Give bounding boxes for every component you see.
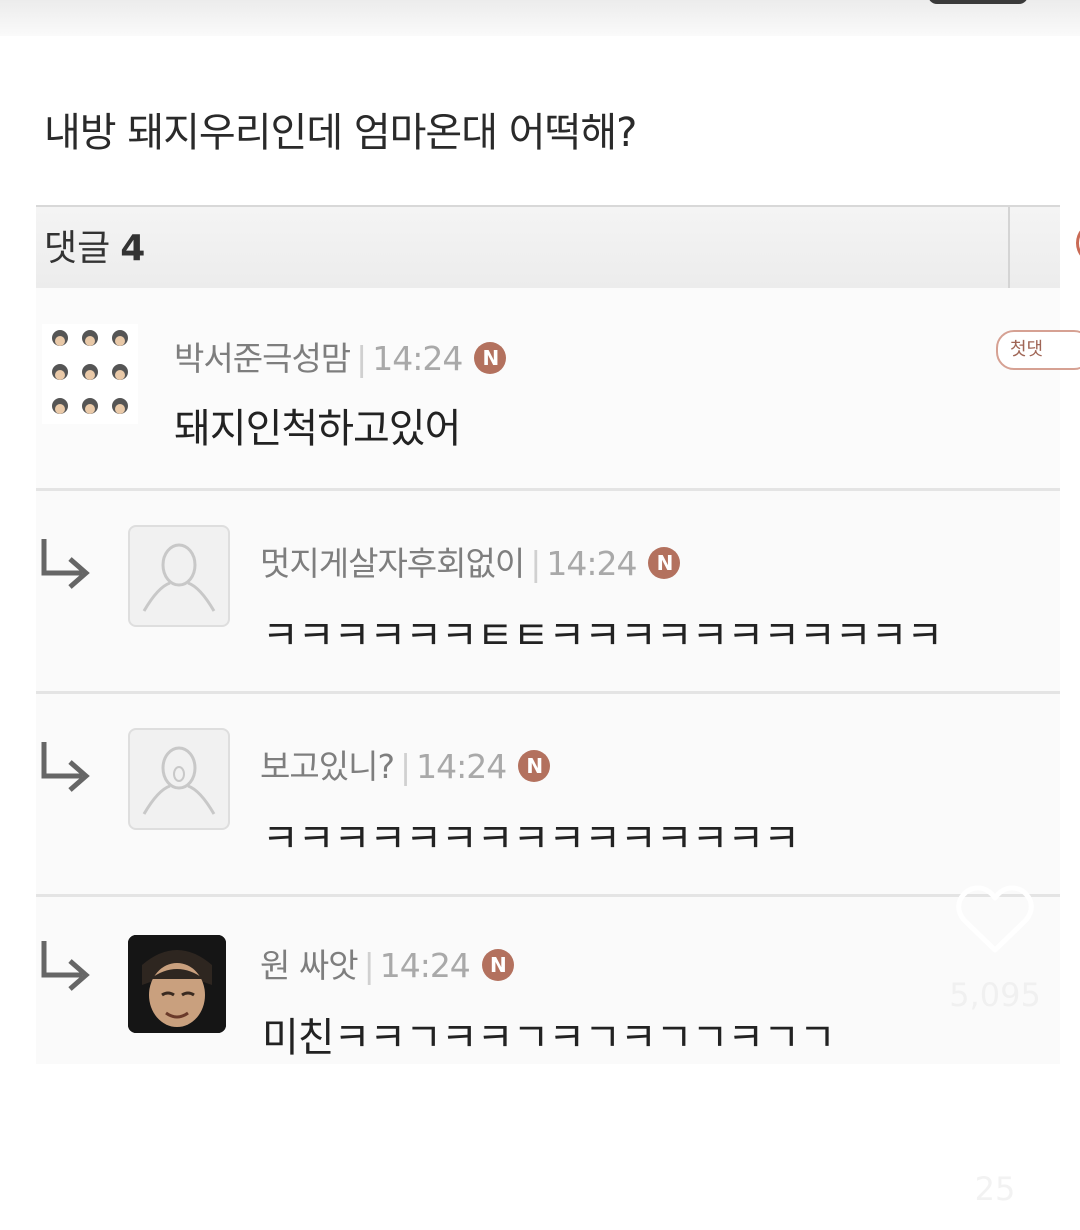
comment-meta: 멋지게살자후회없이 | 14:24 N: [260, 537, 681, 585]
comment-meta: 박서준극성맘 | 14:24 N: [174, 332, 507, 380]
post-title: 내방 돼지우리인데 엄마온대 어떡해?: [44, 110, 637, 156]
reply-item: 멋지게살자후회없이 | 14:24 N ㅋㅋㅋㅋㅋㅋㅌㅌㅋㅋㅋㅋㅋㅋㅋㅋㅋㅋㅋ: [36, 491, 1060, 694]
comment-bubble-icon[interactable]: [954, 1072, 1036, 1154]
comment-header-label: 댓글 4: [44, 219, 145, 271]
comment-time: 14:24: [416, 747, 507, 786]
like-count: 5,095: [949, 976, 1041, 1014]
author-name[interactable]: 박서준극성맘: [174, 339, 351, 378]
avatar[interactable]: [128, 525, 230, 627]
reply-arrow-icon: [41, 941, 90, 991]
comment-text: ㅋㅋㅋㅋㅋㅋㅋㅋㅋㅋㅋㅋㅋㅋㅋ: [262, 816, 800, 862]
reply-arrow-icon: [41, 539, 90, 589]
refresh-icon[interactable]: [1076, 223, 1080, 263]
reply-item: 원 싸앗 | 14:24 N 미친ㅋㅋㄱㅋㅋㄱㅋㄱㅋㄱㄱㅋㄱㄱ: [36, 897, 1060, 1064]
comment-label: 댓글: [44, 228, 111, 269]
first-comment-badge: 첫댓: [996, 330, 1080, 370]
comment-text: 미친ㅋㅋㄱㅋㅋㄱㅋㄱㅋㄱㄱㅋㄱㄱ: [262, 1015, 836, 1061]
comment-meta: 보고있니? | 14:24 N: [260, 740, 551, 788]
side-actions: 5,095 25: [940, 880, 1050, 1220]
top-handle: [928, 0, 1028, 4]
comment-text: 돼지인척하고있어: [174, 406, 461, 452]
avatar[interactable]: [42, 324, 138, 424]
avatar[interactable]: [128, 728, 230, 830]
author-name[interactable]: 원 싸앗: [260, 946, 359, 985]
author-name[interactable]: 보고있니?: [260, 747, 395, 786]
comment-text: ㅋㅋㅋㅋㅋㅋㅌㅌㅋㅋㅋㅋㅋㅋㅋㅋㅋㅋㅋ: [262, 613, 943, 659]
top-status-bar: [0, 0, 1080, 36]
comment-time: 14:24: [546, 544, 637, 583]
comment-time: 14:24: [379, 946, 471, 985]
header-divider: [1008, 207, 1010, 289]
new-badge-icon: N: [518, 749, 551, 782]
new-badge-icon: N: [474, 341, 507, 374]
reply-item: 보고있니? | 14:24 N ㅋㅋㅋㅋㅋㅋㅋㅋㅋㅋㅋㅋㅋㅋㅋ: [36, 694, 1060, 897]
comment-list: 박서준극성맘 | 14:24 N 첫댓 돼지인척하고있어 멋지게살자후회없이 | 14:2…: [36, 288, 1080, 1064]
heart-icon[interactable]: [954, 882, 1036, 956]
avatar[interactable]: [128, 935, 226, 1033]
reply-arrow-icon: [41, 742, 90, 792]
author-name[interactable]: 멋지게살자후회없이: [260, 544, 525, 583]
comment-count-action: 25: [974, 1170, 1016, 1208]
comment-header: 댓글 4: [36, 205, 1080, 290]
comment-time: 14:24: [372, 339, 463, 378]
new-badge-icon: N: [481, 948, 514, 981]
comment-count: 4: [120, 228, 146, 269]
comment-meta: 원 싸앗 | 14:24 N: [260, 939, 514, 987]
comment-item: 박서준극성맘 | 14:24 N 첫댓 돼지인척하고있어: [36, 288, 1080, 491]
new-badge-icon: N: [648, 546, 681, 579]
